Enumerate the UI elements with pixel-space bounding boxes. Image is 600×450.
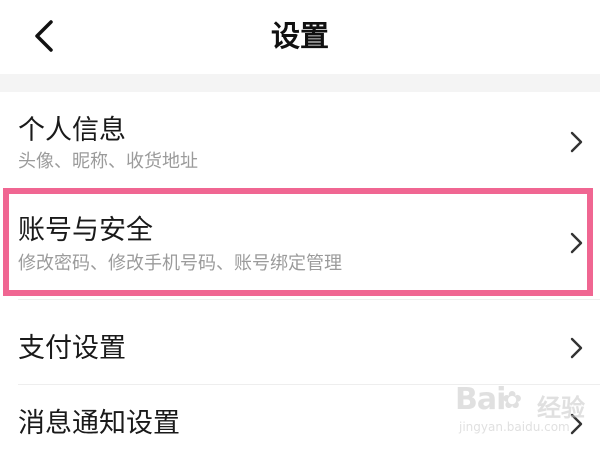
section-gap (0, 74, 600, 92)
settings-item-personal-info[interactable]: 个人信息 头像、昵称、收货地址 (0, 92, 600, 188)
item-title: 消息通知设置 (18, 408, 180, 439)
item-subtitle: 头像、昵称、收货地址 (18, 151, 198, 172)
chevron-right-icon (570, 337, 583, 359)
item-title: 支付设置 (18, 333, 126, 364)
item-title: 账号与安全 (18, 215, 153, 246)
chevron-right-icon (570, 131, 583, 153)
item-title: 个人信息 (18, 115, 126, 146)
chevron-right-icon (570, 232, 583, 254)
settings-item-notifications[interactable]: 消息通知设置 (0, 385, 600, 450)
chevron-right-icon (570, 413, 583, 435)
page-title: 设置 (270, 19, 329, 53)
item-subtitle: 修改密码、修改手机号码、账号绑定管理 (18, 253, 342, 274)
back-button[interactable] (22, 14, 66, 58)
top-bar: 设置 (0, 0, 600, 72)
settings-item-payment[interactable]: 支付设置 (0, 300, 600, 396)
settings-screen: 设置 个人信息 头像、昵称、收货地址 账号与安全 修改密码、修改手机号码、账号绑… (0, 0, 600, 450)
settings-item-account-security[interactable]: 账号与安全 修改密码、修改手机号码、账号绑定管理 (0, 194, 600, 290)
chevron-left-icon (35, 20, 53, 52)
